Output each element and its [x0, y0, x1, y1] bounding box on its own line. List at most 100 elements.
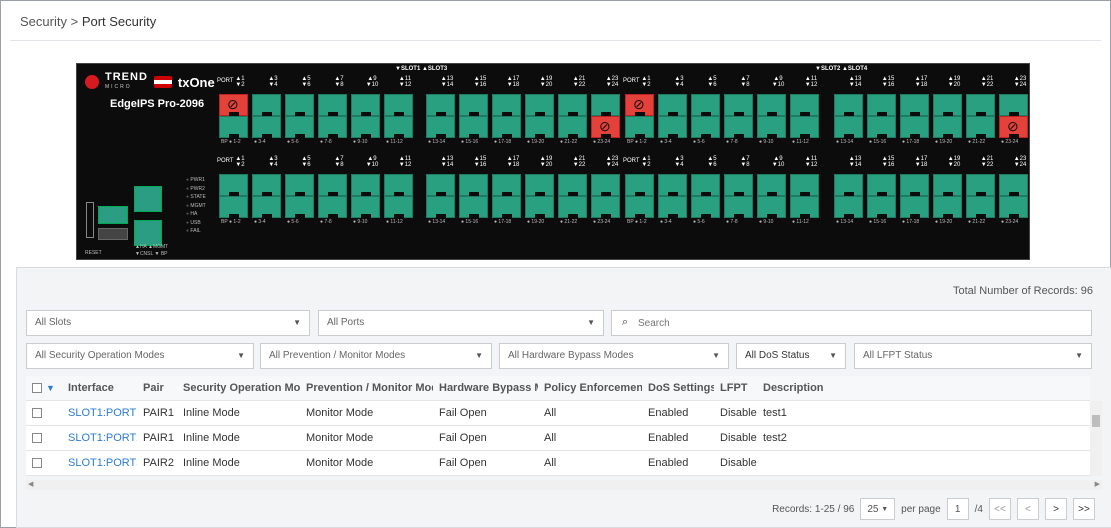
port-link[interactable]: [724, 116, 753, 138]
security-mode-filter-select[interactable]: All Security Operation Modes ▼: [26, 343, 254, 369]
column-header[interactable]: LFPT: [714, 382, 757, 394]
port-link[interactable]: [658, 196, 687, 218]
port-link[interactable]: [933, 174, 962, 196]
port-link[interactable]: [285, 116, 314, 138]
port-link[interactable]: [252, 94, 281, 116]
table-row[interactable]: SLOT1:PORT2 PAIR1 Inline Mode Monitor Mode F…: [26, 426, 1090, 451]
port-link[interactable]: [219, 116, 248, 138]
port-link[interactable]: [318, 116, 347, 138]
port-link[interactable]: [219, 196, 248, 218]
row-checkbox[interactable]: [32, 458, 42, 468]
port-link[interactable]: [790, 196, 819, 218]
port-link[interactable]: [999, 94, 1028, 116]
port-link[interactable]: [757, 116, 786, 138]
port-link[interactable]: [558, 116, 587, 138]
port-link[interactable]: [757, 94, 786, 116]
column-header[interactable]: DoS Settings: [642, 382, 714, 394]
port-link[interactable]: [867, 116, 896, 138]
table-row[interactable]: SLOT1:PORT3 PAIR2 Inline Mode Monitor Mode F…: [26, 451, 1090, 476]
port-link[interactable]: [757, 174, 786, 196]
port-link[interactable]: [459, 196, 488, 218]
horizontal-scrollbar[interactable]: ◀ ▶: [26, 480, 1102, 490]
port-link[interactable]: [558, 196, 587, 218]
port-link[interactable]: [691, 174, 720, 196]
port-link[interactable]: [492, 116, 521, 138]
column-header[interactable]: Hardware Bypass Mode: [433, 382, 538, 394]
port-filter-select[interactable]: All Ports ▼: [318, 310, 604, 336]
port-link[interactable]: [384, 94, 413, 116]
port-link[interactable]: [318, 174, 347, 196]
port-link[interactable]: [790, 116, 819, 138]
port-link[interactable]: [966, 94, 995, 116]
port-link[interactable]: [867, 196, 896, 218]
port-link[interactable]: [384, 174, 413, 196]
port-fault[interactable]: [625, 94, 654, 116]
per-page-select[interactable]: 25 ▼: [860, 498, 896, 520]
port-link[interactable]: [757, 196, 786, 218]
scrollbar-thumb[interactable]: [1092, 415, 1100, 427]
prevention-mode-filter-select[interactable]: All Prevention / Monitor Modes ▼: [260, 343, 492, 369]
port-link[interactable]: [724, 196, 753, 218]
prev-page-button[interactable]: <: [1017, 498, 1039, 520]
port-link[interactable]: [658, 94, 687, 116]
port-link[interactable]: [285, 196, 314, 218]
sort-down-icon[interactable]: ▼: [46, 383, 55, 393]
table-row[interactable]: SLOT1:PORT1 PAIR1 Inline Mode Monitor Mode F…: [26, 401, 1090, 426]
port-link[interactable]: [351, 116, 380, 138]
port-link[interactable]: [459, 94, 488, 116]
port-link[interactable]: [724, 94, 753, 116]
port-link[interactable]: [966, 174, 995, 196]
breadcrumb-security[interactable]: Security: [20, 14, 67, 29]
port-link[interactable]: [966, 196, 995, 218]
port-link[interactable]: [933, 196, 962, 218]
port-link[interactable]: [724, 174, 753, 196]
dos-filter-select[interactable]: All DoS Status ▼: [736, 343, 846, 369]
port-link[interactable]: [558, 174, 587, 196]
port-link[interactable]: [867, 174, 896, 196]
column-header[interactable]: Pair: [137, 382, 177, 394]
port-link[interactable]: [492, 196, 521, 218]
port-link[interactable]: [252, 196, 281, 218]
port-link[interactable]: [933, 94, 962, 116]
row-checkbox[interactable]: [32, 408, 42, 418]
port-link[interactable]: [658, 174, 687, 196]
port-link[interactable]: [999, 196, 1028, 218]
port-link[interactable]: [384, 196, 413, 218]
port-link[interactable]: [834, 174, 863, 196]
port-link[interactable]: [625, 196, 654, 218]
port-link[interactable]: [867, 94, 896, 116]
scroll-right-icon[interactable]: ▶: [1095, 480, 1100, 488]
port-link[interactable]: [658, 116, 687, 138]
port-link[interactable]: [900, 94, 929, 116]
port-link[interactable]: [900, 196, 929, 218]
port-link[interactable]: [351, 174, 380, 196]
column-header[interactable]: Policy Enforcement: [538, 382, 642, 394]
interface-link[interactable]: SLOT1:PORT1: [62, 407, 137, 419]
lfpt-filter-select[interactable]: All LFPT Status ▼: [854, 343, 1092, 369]
port-link[interactable]: [591, 174, 620, 196]
port-link[interactable]: [426, 196, 455, 218]
port-link[interactable]: [459, 174, 488, 196]
port-link[interactable]: [426, 116, 455, 138]
port-link[interactable]: [591, 196, 620, 218]
port-link[interactable]: [252, 116, 281, 138]
port-link[interactable]: [691, 116, 720, 138]
port-link[interactable]: [492, 94, 521, 116]
interface-link[interactable]: SLOT1:PORT3: [62, 457, 137, 469]
port-link[interactable]: [900, 116, 929, 138]
vertical-scrollbar[interactable]: [1090, 401, 1102, 476]
port-link[interactable]: [525, 116, 554, 138]
port-link[interactable]: [351, 94, 380, 116]
next-page-button[interactable]: >: [1045, 498, 1067, 520]
port-link[interactable]: [525, 196, 554, 218]
port-link[interactable]: [219, 174, 248, 196]
port-link[interactable]: [351, 196, 380, 218]
port-link[interactable]: [558, 94, 587, 116]
port-link[interactable]: [426, 94, 455, 116]
port-link[interactable]: [834, 196, 863, 218]
scroll-left-icon[interactable]: ◀: [28, 480, 33, 488]
port-link[interactable]: [318, 196, 347, 218]
port-link[interactable]: [285, 174, 314, 196]
port-fault[interactable]: [999, 116, 1028, 138]
port-link[interactable]: [790, 174, 819, 196]
